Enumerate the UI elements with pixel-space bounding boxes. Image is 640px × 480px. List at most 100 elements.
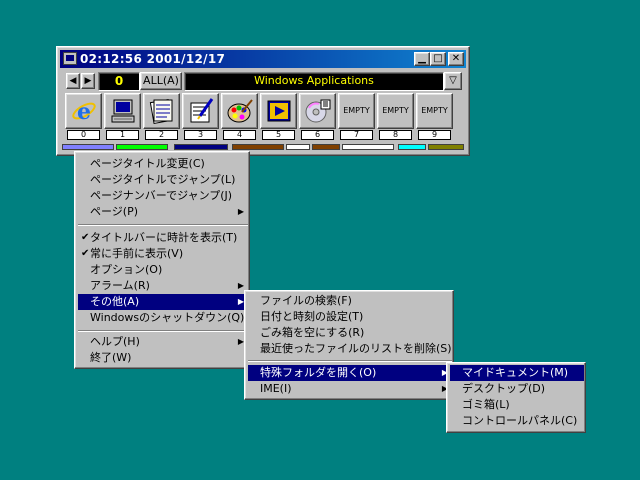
cd-player-icon [305,99,331,123]
menu-item-label: 日付と時刻の設定(T) [260,310,364,323]
menu-separator [78,330,248,332]
slot-number: 8 [379,130,412,140]
menu-item-clock-in-titlebar[interactable]: ✔ タイトルバーに時計を表示(T) [78,230,248,246]
menu-item-my-documents[interactable]: マイドキュメント(M) [450,365,584,381]
close-button[interactable]: ✕ [448,52,464,66]
slot-6: 6 [299,93,336,141]
title-bar[interactable]: 02:12:56 2001/12/17 ▁ □ ✕ [60,50,466,68]
slot-9: EMPTY 9 [416,93,453,141]
slot-number: 4 [223,130,256,140]
slot-3: 3 [182,93,219,141]
launcher-button-3[interactable] [182,93,219,129]
slot-7: EMPTY 7 [338,93,375,141]
menu-item-label: ページタイトルでジャンプ(L) [90,173,236,186]
wordpad-icon [190,98,214,123]
internet-explorer-icon: e [72,99,96,124]
maximize-button[interactable]: □ [430,52,446,66]
context-menu: ページタイトル変更(C) ページタイトルでジャンプ(L) ページナンバーでジャン… [74,151,250,369]
menu-separator [78,224,248,226]
menu-item-label: 常に手前に表示(V) [90,247,184,260]
menu-item-label: ページ(P) [90,205,138,218]
page-number: 0 [98,72,140,91]
paint-icon [227,99,253,123]
computer-icon [111,99,135,123]
menu-item-label: アラーム(R) [90,279,150,292]
menu-item-label: 特殊フォルダを開く(O) [260,366,377,379]
menu-item-find-files[interactable]: ファイルの検索(F) [248,293,452,309]
menu-item-control-panel[interactable]: コントロールパネル(C) [450,413,584,429]
menu-item-jump-by-title[interactable]: ページタイトルでジャンプ(L) [78,172,248,188]
menu-item-label: 最近使ったファイルのリストを削除(S) [260,342,452,355]
slot-0: e 0 [65,93,102,141]
menu-item-rename-page[interactable]: ページタイトル変更(C) [78,156,248,172]
app-icon[interactable] [63,52,77,65]
menu-item-empty-recycle-bin[interactable]: ごみ箱を空にする(R) [248,325,452,341]
color-swatch[interactable] [174,144,228,150]
menu-item-other[interactable]: その他(A) ▶ [78,294,248,310]
menu-item-jump-by-number[interactable]: ページナンバーでジャンプ(J) [78,188,248,204]
slot-1: 1 [104,93,141,141]
launcher-button-7[interactable]: EMPTY [338,93,375,129]
menu-item-label: ごみ箱を空にする(R) [260,326,365,339]
slot-number: 7 [340,130,373,140]
menu-item-options[interactable]: オプション(O) [78,262,248,278]
prev-page-button[interactable]: ◀ [66,73,80,89]
slot-number: 3 [184,130,217,140]
menu-item-always-on-top[interactable]: ✔ 常に手前に表示(V) [78,246,248,262]
slot-number: 0 [67,130,100,140]
menu-item-label: オプション(O) [90,263,163,276]
checkmark-icon: ✔ [81,232,90,243]
next-page-button[interactable]: ▶ [81,73,95,89]
menu-item-page[interactable]: ページ(P) ▶ [78,204,248,220]
launcher-button-0[interactable]: e [65,93,102,129]
empty-label: EMPTY [421,106,448,115]
color-swatch[interactable] [286,144,310,150]
launcher-button-4[interactable] [221,93,258,129]
color-swatch[interactable] [232,144,284,150]
launcher-button-8[interactable]: EMPTY [377,93,414,129]
menu-item-recycle-bin[interactable]: ゴミ箱(L) [450,397,584,413]
menu-item-clear-recent[interactable]: 最近使ったファイルのリストを削除(S) [248,341,452,357]
color-swatch[interactable] [398,144,426,150]
slot-number: 2 [145,130,178,140]
all-button[interactable]: ALL(A) [140,72,182,90]
empty-label: EMPTY [343,106,370,115]
color-swatch[interactable] [342,144,394,150]
color-swatch[interactable] [312,144,340,150]
slot-number: 1 [106,130,139,140]
toolbar: ◀ ▶ 0 ALL(A) Windows Applications ▽ [60,71,466,91]
launcher-button-6[interactable] [299,93,336,129]
menu-item-date-time[interactable]: 日付と時刻の設定(T) [248,309,452,325]
menu-item-label: タイトルバーに時計を表示(T) [90,231,238,244]
menu-item-alarm[interactable]: アラーム(R) ▶ [78,278,248,294]
menu-item-label: Windowsのシャットダウン(Q) [90,311,245,324]
menu-item-exit[interactable]: 終了(W) [78,350,248,366]
menu-item-shutdown[interactable]: Windowsのシャットダウン(Q) [78,310,248,326]
group-dropdown-button[interactable]: ▽ [444,72,462,90]
launcher-window: 02:12:56 2001/12/17 ▁ □ ✕ ◀ ▶ 0 ALL(A) W… [56,46,470,156]
menu-item-open-special-folder[interactable]: 特殊フォルダを開く(O) ▶ [248,365,452,381]
launcher-button-5[interactable] [260,93,297,129]
media-player-icon [267,100,291,122]
group-name-display[interactable]: Windows Applications [184,72,444,91]
menu-item-label: デスクトップ(D) [462,382,546,395]
menu-item-help[interactable]: ヘルプ(H) ▶ [78,334,248,350]
special-folder-submenu: マイドキュメント(M) デスクトップ(D) ゴミ箱(L) コントロールパネル(C… [446,362,586,433]
launcher-button-1[interactable] [104,93,141,129]
menu-item-desktop[interactable]: デスクトップ(D) [450,381,584,397]
launcher-button-9[interactable]: EMPTY [416,93,453,129]
launcher-slots: e 0 1 2 3 4 5 6 EMPTY 7 EMPTY 8 EMPTY 9 [65,93,465,141]
other-submenu: ファイルの検索(F) 日付と時刻の設定(T) ごみ箱を空にする(R) 最近使った… [244,290,454,400]
menu-item-label: その他(A) [90,295,140,308]
color-swatch[interactable] [428,144,464,150]
menu-item-ime[interactable]: IME(I) ▶ [248,381,452,397]
slot-2: 2 [143,93,180,141]
slot-4: 4 [221,93,258,141]
color-swatch[interactable] [116,144,168,150]
minimize-button[interactable]: ▁ [414,52,430,66]
launcher-button-2[interactable] [143,93,180,129]
slot-number: 5 [262,130,295,140]
menu-item-label: マイドキュメント(M) [462,366,569,379]
color-swatch[interactable] [62,144,114,150]
slot-number: 9 [418,130,451,140]
